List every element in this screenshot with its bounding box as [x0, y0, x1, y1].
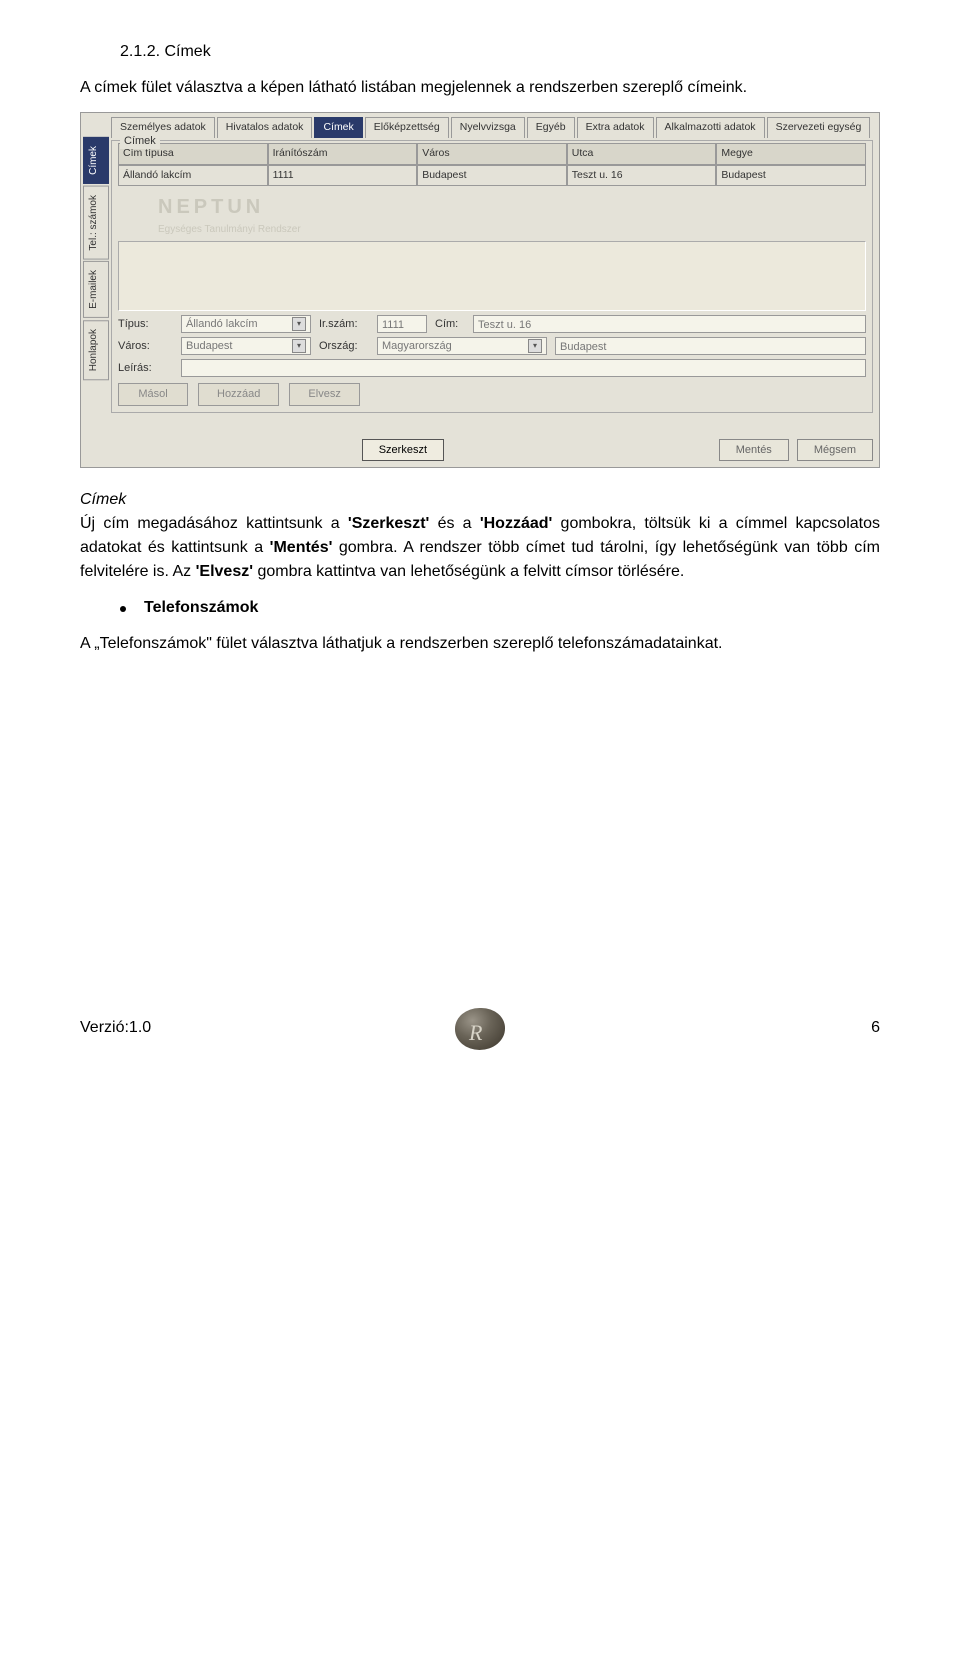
elvesz-ref: 'Elvesz' — [196, 563, 253, 580]
text: és a — [429, 515, 479, 532]
body-paragraph-2: A „Telefonszámok" fület választva láthat… — [80, 632, 880, 656]
grid-header-row: Cím típusa Iránítószám Város Utca Megye — [118, 143, 866, 165]
col-iranitoszam[interactable]: Iránítószám — [268, 143, 418, 165]
elvesz-button[interactable]: Elvesz — [289, 383, 359, 406]
hozzaad-button[interactable]: Hozzáad — [198, 383, 279, 406]
cimek-group: Címek Cím típusa Iránítószám Város Utca … — [111, 140, 873, 413]
spacer — [444, 439, 711, 462]
szerkeszt-button[interactable]: Szerkeszt — [362, 439, 444, 462]
hozzaad-ref: 'Hozzáad' — [480, 515, 553, 532]
cell-iranitoszam: 1111 — [268, 165, 418, 187]
orszag-value: Magyarország — [382, 338, 452, 355]
varos-value: Budapest — [186, 338, 232, 355]
varos-select[interactable]: Budapest ▾ — [181, 337, 311, 355]
tab-cimek[interactable]: Címek — [314, 117, 362, 138]
intro-paragraph: A címek fület választva a képen látható … — [80, 76, 880, 100]
cell-megye: Budapest — [716, 165, 866, 187]
cim-input[interactable]: Teszt u. 16 — [473, 315, 866, 333]
cell-utca: Teszt u. 16 — [567, 165, 717, 187]
tab-egyeb[interactable]: Egyéb — [527, 117, 575, 138]
tab-szervezeti-egyseg[interactable]: Szervezeti egység — [767, 117, 871, 138]
screenshot-container: Személyes adatok Hivatalos adatok Címek … — [80, 112, 880, 468]
side-tab-cimek[interactable]: Címek — [83, 137, 109, 184]
neptun-watermark: NEPTUN — [158, 192, 866, 222]
orszag-select[interactable]: Magyarország ▾ — [377, 337, 547, 355]
tipus-select[interactable]: Állandó lakcím ▾ — [181, 315, 311, 333]
table-row[interactable]: Állandó lakcím 1111 Budapest Teszt u. 16… — [118, 165, 866, 187]
tipus-value: Állandó lakcím — [186, 316, 258, 333]
grid-empty-area — [118, 241, 866, 311]
spacer — [87, 439, 354, 462]
text: gombra kattintva van lehetőségünk a felv… — [253, 563, 684, 580]
col-varos[interactable]: Város — [417, 143, 567, 165]
side-tab-honlapok[interactable]: Honlapok — [83, 320, 109, 380]
side-tab-bar: Címek Tel.: számok E-mailek Honlapok — [83, 137, 109, 383]
col-megye[interactable]: Megye — [716, 143, 866, 165]
masol-button[interactable]: Másol — [118, 383, 188, 406]
neptun-screenshot: Személyes adatok Hivatalos adatok Címek … — [80, 112, 880, 468]
cim-label: Cím: — [435, 316, 465, 333]
varos-label: Város: — [118, 338, 173, 355]
bullet-label: Telefonszámok — [144, 596, 258, 620]
col-utca[interactable]: Utca — [567, 143, 717, 165]
top-tab-bar: Személyes adatok Hivatalos adatok Címek … — [81, 113, 879, 138]
bottom-button-bar: Szerkeszt Mentés Mégsem — [81, 419, 879, 468]
chevron-down-icon: ▾ — [292, 317, 306, 331]
chevron-down-icon: ▾ — [292, 339, 306, 353]
action-button-row: Másol Hozzáad Elvesz — [118, 383, 866, 406]
leiras-input[interactable] — [181, 359, 866, 377]
mentes-ref: 'Mentés' — [270, 539, 333, 556]
megye-input[interactable]: Budapest — [555, 337, 866, 355]
page-footer: Verzió:1.0 6 — [80, 1016, 880, 1040]
cimek-subheading: Címek — [80, 488, 880, 512]
tab-alkalmazotti-adatok[interactable]: Alkalmazotti adatok — [656, 117, 765, 138]
mentes-button[interactable]: Mentés — [719, 439, 789, 462]
leiras-label: Leírás: — [118, 360, 173, 377]
irszam-label: Ir.szám: — [319, 316, 369, 333]
footer-logo — [455, 1008, 505, 1050]
tipus-label: Típus: — [118, 316, 173, 333]
tab-extra-adatok[interactable]: Extra adatok — [577, 117, 654, 138]
page-number: 6 — [871, 1016, 880, 1040]
cell-varos: Budapest — [417, 165, 567, 187]
side-tab-tel-szamok[interactable]: Tel.: számok — [83, 186, 109, 260]
body-paragraph-1: Új cím megadásához kattintsunk a 'Szerke… — [80, 512, 880, 584]
tab-nyelvvizsga[interactable]: Nyelvvizsga — [451, 117, 525, 138]
version-label: Verzió:1.0 — [80, 1016, 151, 1040]
megsem-button[interactable]: Mégsem — [797, 439, 873, 462]
section-heading: 2.1.2. Címek — [80, 40, 880, 64]
group-title: Címek — [120, 133, 160, 150]
tab-elokepzettseg[interactable]: Előképzettség — [365, 117, 449, 138]
orszag-label: Ország: — [319, 338, 369, 355]
stone-icon — [455, 1008, 505, 1050]
form-row-1: Típus: Állandó lakcím ▾ Ir.szám: 1111 Cí… — [118, 315, 866, 333]
form-row-2: Város: Budapest ▾ Ország: Magyarország ▾… — [118, 337, 866, 355]
cell-cim-tipusa: Állandó lakcím — [118, 165, 268, 187]
form-row-3: Leírás: — [118, 359, 866, 377]
tab-hivatalos-adatok[interactable]: Hivatalos adatok — [217, 117, 313, 138]
text: Új cím megadásához kattintsunk a — [80, 515, 348, 532]
neptun-watermark-sub: Egységes Tanulmányi Rendszer — [158, 222, 866, 237]
szerkeszt-ref: 'Szerkeszt' — [348, 515, 429, 532]
bullet-icon — [120, 606, 126, 612]
side-tab-emailek[interactable]: E-mailek — [83, 261, 109, 318]
irszam-input[interactable]: 1111 — [377, 315, 427, 333]
chevron-down-icon: ▾ — [528, 339, 542, 353]
bullet-telefonszamok: Telefonszámok — [120, 596, 880, 620]
